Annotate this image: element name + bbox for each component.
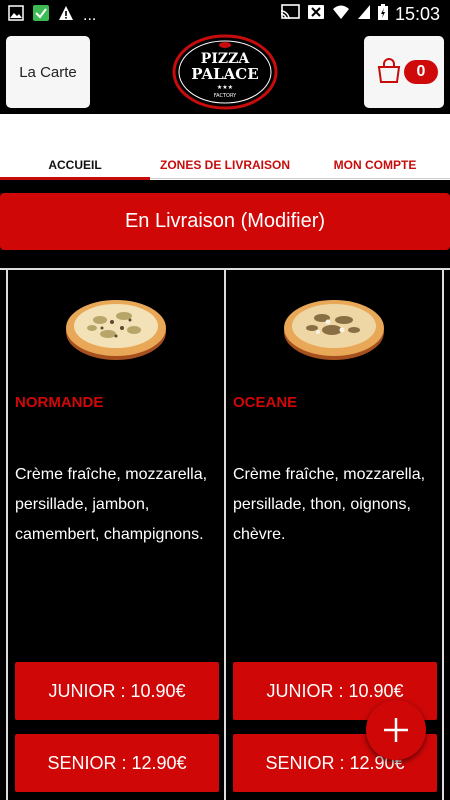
logo-line2: PALACE xyxy=(191,65,258,83)
tab-bar: ACCUEIL ZONES DE LIVRAISON MON COMPTE xyxy=(0,114,450,180)
product-description: Crème fraîche, mozzarella, persillade, t… xyxy=(233,466,426,543)
status-time: 15:03 xyxy=(394,4,440,24)
wifi-icon xyxy=(332,4,350,25)
pizza-image xyxy=(66,300,166,360)
cast-icon xyxy=(280,4,300,25)
menu-button[interactable]: La Carte xyxy=(6,36,90,108)
product-description: Crème fraîche, mozzarella, persillade, j… xyxy=(15,466,208,543)
add-fab-button[interactable] xyxy=(366,700,426,760)
senior-price-button[interactable]: SENIOR : 12.90€ xyxy=(15,734,219,792)
tab-accueil[interactable]: ACCUEIL xyxy=(0,158,150,172)
tab-divider xyxy=(150,178,450,179)
cart-button[interactable]: 0 xyxy=(364,36,444,108)
signal-icon xyxy=(357,4,371,25)
product-card: NORMANDE Crème fraîche, mozzarella, pers… xyxy=(6,270,226,800)
product-name: OCEANE xyxy=(233,394,298,411)
pizza-palace-logo: PIZZA PALACE ★★★ FACTORY xyxy=(172,34,278,110)
logo-tagline: FACTORY xyxy=(214,93,237,99)
delivery-mode-button[interactable]: En Livraison (Modifier) xyxy=(0,193,450,250)
cart-count-badge: 0 xyxy=(404,60,438,84)
overflow-dots: ... xyxy=(83,6,97,24)
check-box-icon xyxy=(33,5,49,26)
shopping-bag-icon xyxy=(376,58,402,89)
pizza-image xyxy=(284,300,384,360)
image-icon xyxy=(8,5,24,26)
tab-mon-compte[interactable]: MON COMPTE xyxy=(300,158,450,172)
logo-stars: ★★★ xyxy=(217,84,233,91)
junior-price-button[interactable]: JUNIOR : 10.90€ xyxy=(15,662,219,720)
warning-icon xyxy=(58,5,74,26)
tab-zones-de-livraison[interactable]: ZONES DE LIVRAISON xyxy=(150,158,300,172)
plus-icon xyxy=(384,718,408,742)
app-header: La Carte PIZZA PALACE ★★★ FACTORY 0 xyxy=(0,30,450,114)
status-bar: ... 15:03 xyxy=(0,0,450,30)
product-name: NORMANDE xyxy=(15,394,104,411)
active-tab-indicator xyxy=(0,177,150,180)
wifi-x-icon xyxy=(307,4,325,25)
battery-icon xyxy=(377,4,388,25)
